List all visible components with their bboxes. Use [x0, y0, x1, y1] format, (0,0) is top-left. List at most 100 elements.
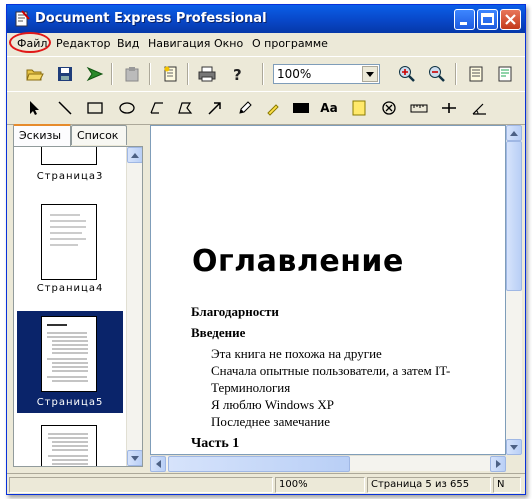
- zoom-dropdown-button[interactable]: [362, 66, 378, 82]
- scroll-left-button[interactable]: [150, 456, 166, 472]
- scroll-up-button[interactable]: [127, 147, 142, 163]
- filled-rectangle-tool[interactable]: [289, 96, 313, 120]
- document-info-button[interactable]: [493, 62, 517, 86]
- toolbar-separator: [111, 63, 113, 85]
- toc-part-heading[interactable]: Часть 1: [191, 436, 505, 452]
- scroll-down-button[interactable]: [506, 439, 522, 455]
- circle-x-icon: [382, 101, 396, 115]
- help-question-icon: ?: [233, 66, 242, 82]
- scroll-thumb[interactable]: [168, 456, 350, 472]
- status-zoom: 100%: [275, 477, 365, 493]
- document-horizontal-scrollbar[interactable]: [150, 455, 506, 472]
- status-mode: N: [493, 477, 521, 493]
- ruler-icon: [410, 104, 428, 113]
- angle-tool[interactable]: [467, 96, 491, 120]
- toc-entry[interactable]: Эта книга не похожа на другие: [211, 346, 505, 362]
- paste-button[interactable]: [120, 62, 144, 86]
- pencil-icon: [239, 101, 252, 114]
- chevron-right-icon: [495, 460, 501, 468]
- polyline-icon: [150, 102, 163, 114]
- thumbnail-page[interactable]: [41, 316, 97, 392]
- export-button[interactable]: [83, 62, 107, 86]
- scroll-right-button[interactable]: [490, 456, 506, 472]
- zoom-in-icon: [399, 66, 415, 82]
- crosshair-tool[interactable]: [437, 96, 461, 120]
- zoom-out-button[interactable]: [425, 62, 449, 86]
- chevron-down-icon: [510, 444, 518, 450]
- highlighter-tool[interactable]: [261, 96, 285, 120]
- minimize-icon: [460, 22, 467, 25]
- line-tool[interactable]: [53, 96, 77, 120]
- zoom-combobox[interactable]: 100%: [273, 64, 380, 84]
- ellipse-tool[interactable]: [115, 96, 139, 120]
- toc-entry[interactable]: Введение: [191, 325, 505, 341]
- scroll-thumb[interactable]: [506, 141, 522, 291]
- window-title: Document Express Professional: [35, 11, 267, 26]
- freehand-tool[interactable]: [233, 96, 257, 120]
- text-tool-label: Aa: [320, 101, 338, 115]
- main-toolbar: ? 100%: [7, 56, 525, 92]
- print-button[interactable]: [195, 62, 219, 86]
- open-button[interactable]: [23, 62, 47, 86]
- page-properties-button[interactable]: [464, 62, 488, 86]
- polyline-tool[interactable]: [145, 96, 169, 120]
- status-message: [9, 477, 273, 493]
- select-tool[interactable]: [23, 96, 47, 120]
- page-preview-icon: [48, 433, 88, 465]
- zoom-out-icon: [429, 66, 445, 82]
- app-icon: [15, 10, 30, 27]
- toc-entry[interactable]: Последнее замечание: [211, 414, 505, 430]
- rectangle-icon: [87, 102, 103, 114]
- page-heading: Оглавление: [192, 244, 404, 279]
- app-window: Document Express Professional Файл Редак…: [6, 4, 526, 495]
- printer-icon: [198, 66, 216, 82]
- toc-entry-text: Введение: [191, 325, 248, 340]
- menu-about[interactable]: О программе: [252, 37, 328, 50]
- toc-entry[interactable]: Терминология: [211, 380, 505, 396]
- save-button[interactable]: [53, 62, 77, 86]
- arrow-tool[interactable]: [203, 96, 227, 120]
- toc-entry[interactable]: Сначала опытные пользователи, а затем IT…: [211, 363, 505, 379]
- menu-view[interactable]: Вид: [117, 37, 139, 50]
- tab-list[interactable]: Список: [71, 125, 127, 145]
- menu-edit[interactable]: Редактор: [56, 37, 111, 50]
- maximize-icon: [481, 13, 494, 25]
- menu-window[interactable]: Окно: [214, 37, 243, 50]
- chevron-down-icon: [131, 455, 139, 461]
- zoom-in-button[interactable]: [395, 62, 419, 86]
- toolbar-separator: [187, 63, 189, 85]
- help-button[interactable]: ?: [225, 62, 249, 86]
- document-view[interactable]: Оглавление Благодарности Введение Эта кн…: [150, 125, 506, 455]
- toc-entry[interactable]: Благодарности: [191, 304, 505, 320]
- chevron-up-icon: [131, 152, 139, 158]
- floppy-icon: [58, 67, 72, 81]
- thumbnail-page[interactable]: [41, 425, 97, 466]
- menu-navigation[interactable]: Навигация: [148, 37, 210, 50]
- stamp-tool[interactable]: [377, 96, 401, 120]
- thumbnail-page[interactable]: [41, 204, 97, 280]
- tab-thumbnails[interactable]: Эскизы: [13, 124, 71, 146]
- scroll-down-button[interactable]: [127, 450, 142, 466]
- toc-entry-text: Терминология: [211, 380, 293, 395]
- minimize-button[interactable]: [454, 9, 475, 30]
- title-bar[interactable]: Document Express Professional: [7, 5, 525, 33]
- thumbnail-page[interactable]: [41, 147, 97, 165]
- rectangle-tool[interactable]: [83, 96, 107, 120]
- polygon-tool[interactable]: [173, 96, 197, 120]
- maximize-button[interactable]: [477, 9, 498, 30]
- document-vertical-scrollbar[interactable]: [506, 125, 522, 455]
- scroll-up-button[interactable]: [506, 125, 522, 141]
- zoom-value: 100%: [277, 67, 312, 81]
- toolbar-separator: [455, 63, 457, 85]
- ruler-tool[interactable]: [407, 96, 431, 120]
- menu-file[interactable]: Файл: [17, 37, 47, 50]
- close-button[interactable]: [500, 9, 521, 30]
- new-page-button[interactable]: [158, 62, 182, 86]
- toc-entry[interactable]: Я люблю Windows XP: [211, 397, 505, 413]
- toc-entry-text: Сначала опытные пользователи, а затем IT…: [211, 363, 453, 378]
- folder-open-icon: [26, 69, 44, 81]
- note-tool[interactable]: [347, 96, 371, 120]
- thumbnail-scrollbar[interactable]: [126, 147, 142, 466]
- text-tool[interactable]: Aa: [317, 96, 341, 120]
- filled-rectangle-icon: [293, 103, 309, 113]
